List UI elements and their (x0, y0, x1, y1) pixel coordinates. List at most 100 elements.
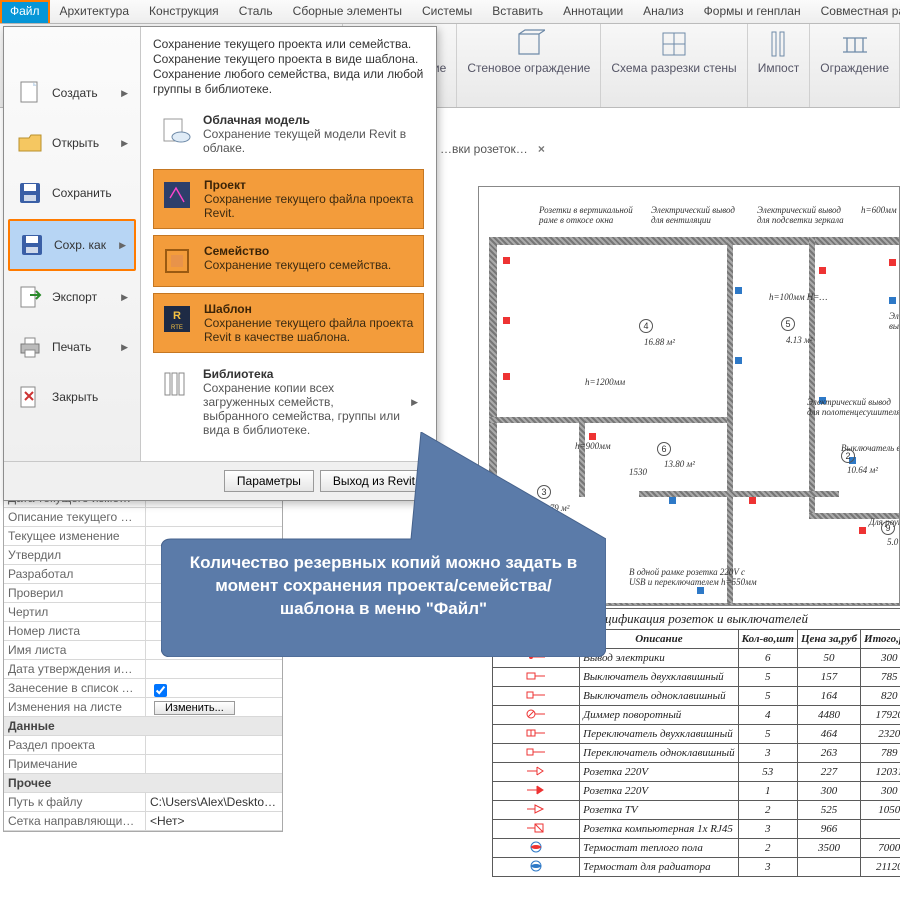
file-menu-close[interactable]: Закрыть (8, 373, 136, 421)
file-menu: Создать▶ Открыть▶ Сохранить Сохр. как▶ Э… (3, 26, 437, 501)
file-menu-print[interactable]: Печать▶ (8, 323, 136, 371)
spec-cell: 789 (861, 744, 900, 763)
spec-cell: 3500 (797, 839, 860, 858)
spec-cell (493, 744, 580, 763)
spec-cell (493, 801, 580, 820)
spec-cell: 53 (738, 763, 797, 782)
ribbon-tab-file[interactable]: Файл (0, 0, 50, 23)
electrical-device (735, 287, 742, 294)
ribbon-item-curtain[interactable]: Стеновое ограждение (457, 24, 601, 107)
ribbon-item-railing[interactable]: Ограждение (810, 24, 900, 107)
spec-cell (493, 782, 580, 801)
spec-cell: 300 (797, 782, 860, 801)
spec-row: Переключатель двухклавишный54642320Legra (493, 725, 900, 744)
ribbon-tab-precast[interactable]: Сборные элементы (283, 0, 412, 23)
palette-row[interactable]: Сетка направляющи…<Нет> (4, 812, 282, 831)
spec-cell: 785 (861, 668, 900, 687)
spec-cell: 17920 (861, 706, 900, 725)
electrical-device (889, 297, 896, 304)
spec-row: Термостат теплого пола235007000 (493, 839, 900, 858)
file-menu-left: Создать▶ Открыть▶ Сохранить Сохр. как▶ Э… (4, 27, 141, 461)
plan-annotation: Электрический выводдля подсветки зеркала (757, 205, 844, 225)
spec-cell: Диммер поворотный (580, 706, 739, 725)
spec-cell (493, 706, 580, 725)
plan-annotation: Эле…выт… (889, 311, 900, 331)
spec-row: Диммер поворотный4448017920Legra (493, 706, 900, 725)
spec-cell: 7000 (861, 839, 900, 858)
spec-cell: 2 (738, 839, 797, 858)
room-tag: 6 (657, 442, 671, 457)
palette-row[interactable]: Дата утверждения и… (4, 660, 282, 679)
plan-annotation: 4.13 м² (786, 335, 812, 345)
spec-cell: 12031 (861, 763, 900, 782)
spec-cell: Переключатель одноклавишный (580, 744, 739, 763)
save-as-family[interactable]: СемействоСохранение текущего семейства. (153, 235, 424, 287)
palette-row[interactable]: Раздел проекта (4, 736, 282, 755)
file-menu-open[interactable]: Открыть▶ (8, 119, 136, 167)
ribbon-tabs: Файл Архитектура Конструкция Сталь Сборн… (0, 0, 900, 24)
save-as-project[interactable]: ПроектСохранение текущего файла проекта … (153, 169, 424, 229)
spec-cell: Термостат для радиатора (580, 858, 739, 877)
palette-row[interactable]: Занесение в список … (4, 679, 282, 698)
ribbon-item-curtain-grid[interactable]: Схема разрезки стены (601, 24, 747, 107)
file-menu-export[interactable]: Экспорт▶ (8, 273, 136, 321)
spec-header: Цена за,руб (797, 630, 860, 649)
close-tab-icon[interactable]: × (534, 142, 549, 156)
spec-cell (493, 858, 580, 877)
palette-group: Данные (4, 717, 282, 736)
library-icon (159, 367, 193, 401)
save-as-template[interactable]: RRTE ШаблонСохранение текущего файла про… (153, 293, 424, 353)
spec-cell: Термостат теплого пола (580, 839, 739, 858)
spec-cell: Переключатель двухклавишный (580, 725, 739, 744)
spec-cell: Розетка компьютерная 1x RJ45 (580, 820, 739, 839)
electrical-device (669, 497, 676, 504)
palette-row[interactable]: Путь к файлуC:\Users\Alex\Deskto… (4, 793, 282, 812)
file-menu-save-as[interactable]: Сохр. как▶ (8, 219, 136, 271)
spec-cell: 227 (797, 763, 860, 782)
ribbon-tab-insert[interactable]: Вставить (482, 0, 553, 23)
palette-row[interactable]: Изменения на листеИзменить... (4, 698, 282, 717)
spec-cell (493, 820, 580, 839)
spec-row: Выключатель двухклавишный5157785Legra (493, 668, 900, 687)
document-tab-bar: …вки розеток… × (440, 142, 549, 156)
ribbon-tab-collab[interactable]: Совместная ра (811, 0, 900, 23)
ribbon-tab-anno[interactable]: Аннотации (553, 0, 633, 23)
cloud-icon (159, 113, 193, 147)
spec-row: Выключатель одноклавишный5164820Legra (493, 687, 900, 706)
spec-cell: 6 (738, 649, 797, 668)
checkbox[interactable] (154, 684, 167, 697)
spec-cell: Выключатель двухклавишный (580, 668, 739, 687)
spec-table: Усл.обозначениеОписаниеКол-во,штЦена за,… (492, 629, 900, 877)
plan-annotation: Электрический выводдля вентиляции (651, 205, 735, 225)
electrical-device (503, 373, 510, 380)
palette-row[interactable]: Примечание (4, 755, 282, 774)
edit-button[interactable]: Изменить... (154, 701, 235, 715)
spec-cell: 263 (797, 744, 860, 763)
spec-cell: 2 (738, 801, 797, 820)
document-tab[interactable]: …вки розеток… (440, 142, 528, 156)
ribbon-tab-analysis[interactable]: Анализ (633, 0, 694, 23)
spec-cell: 4 (738, 706, 797, 725)
plan-annotation: h=600мм вар.пане… (861, 205, 900, 215)
spec-cell: 3 (738, 820, 797, 839)
ribbon-tab-massing[interactable]: Формы и генплан (694, 0, 811, 23)
spec-cell: 300 (861, 649, 900, 668)
file-menu-save[interactable]: Сохранить (8, 169, 136, 217)
save-as-cloud[interactable]: Облачная модельСохранение текущей модели… (153, 105, 424, 163)
electrical-device (735, 357, 742, 364)
electrical-device (859, 527, 866, 534)
ribbon-tab-systems[interactable]: Системы (412, 0, 482, 23)
spec-cell: 5 (738, 687, 797, 706)
ribbon-tab-arch[interactable]: Архитектура (50, 0, 140, 23)
spec-cell: 5 (738, 668, 797, 687)
ribbon-tab-steel[interactable]: Сталь (229, 0, 283, 23)
file-menu-new[interactable]: Создать▶ (8, 69, 136, 117)
project-icon (160, 178, 194, 212)
spec-cell (797, 858, 860, 877)
ribbon-tab-struct[interactable]: Конструкция (139, 0, 229, 23)
wall (489, 237, 899, 245)
ribbon-item-mullion[interactable]: Импост (748, 24, 811, 107)
plan-annotation: Розетки в вертикальнойраме в откосе окна (539, 205, 633, 225)
svg-text:R: R (173, 310, 181, 322)
spec-cell (493, 763, 580, 782)
